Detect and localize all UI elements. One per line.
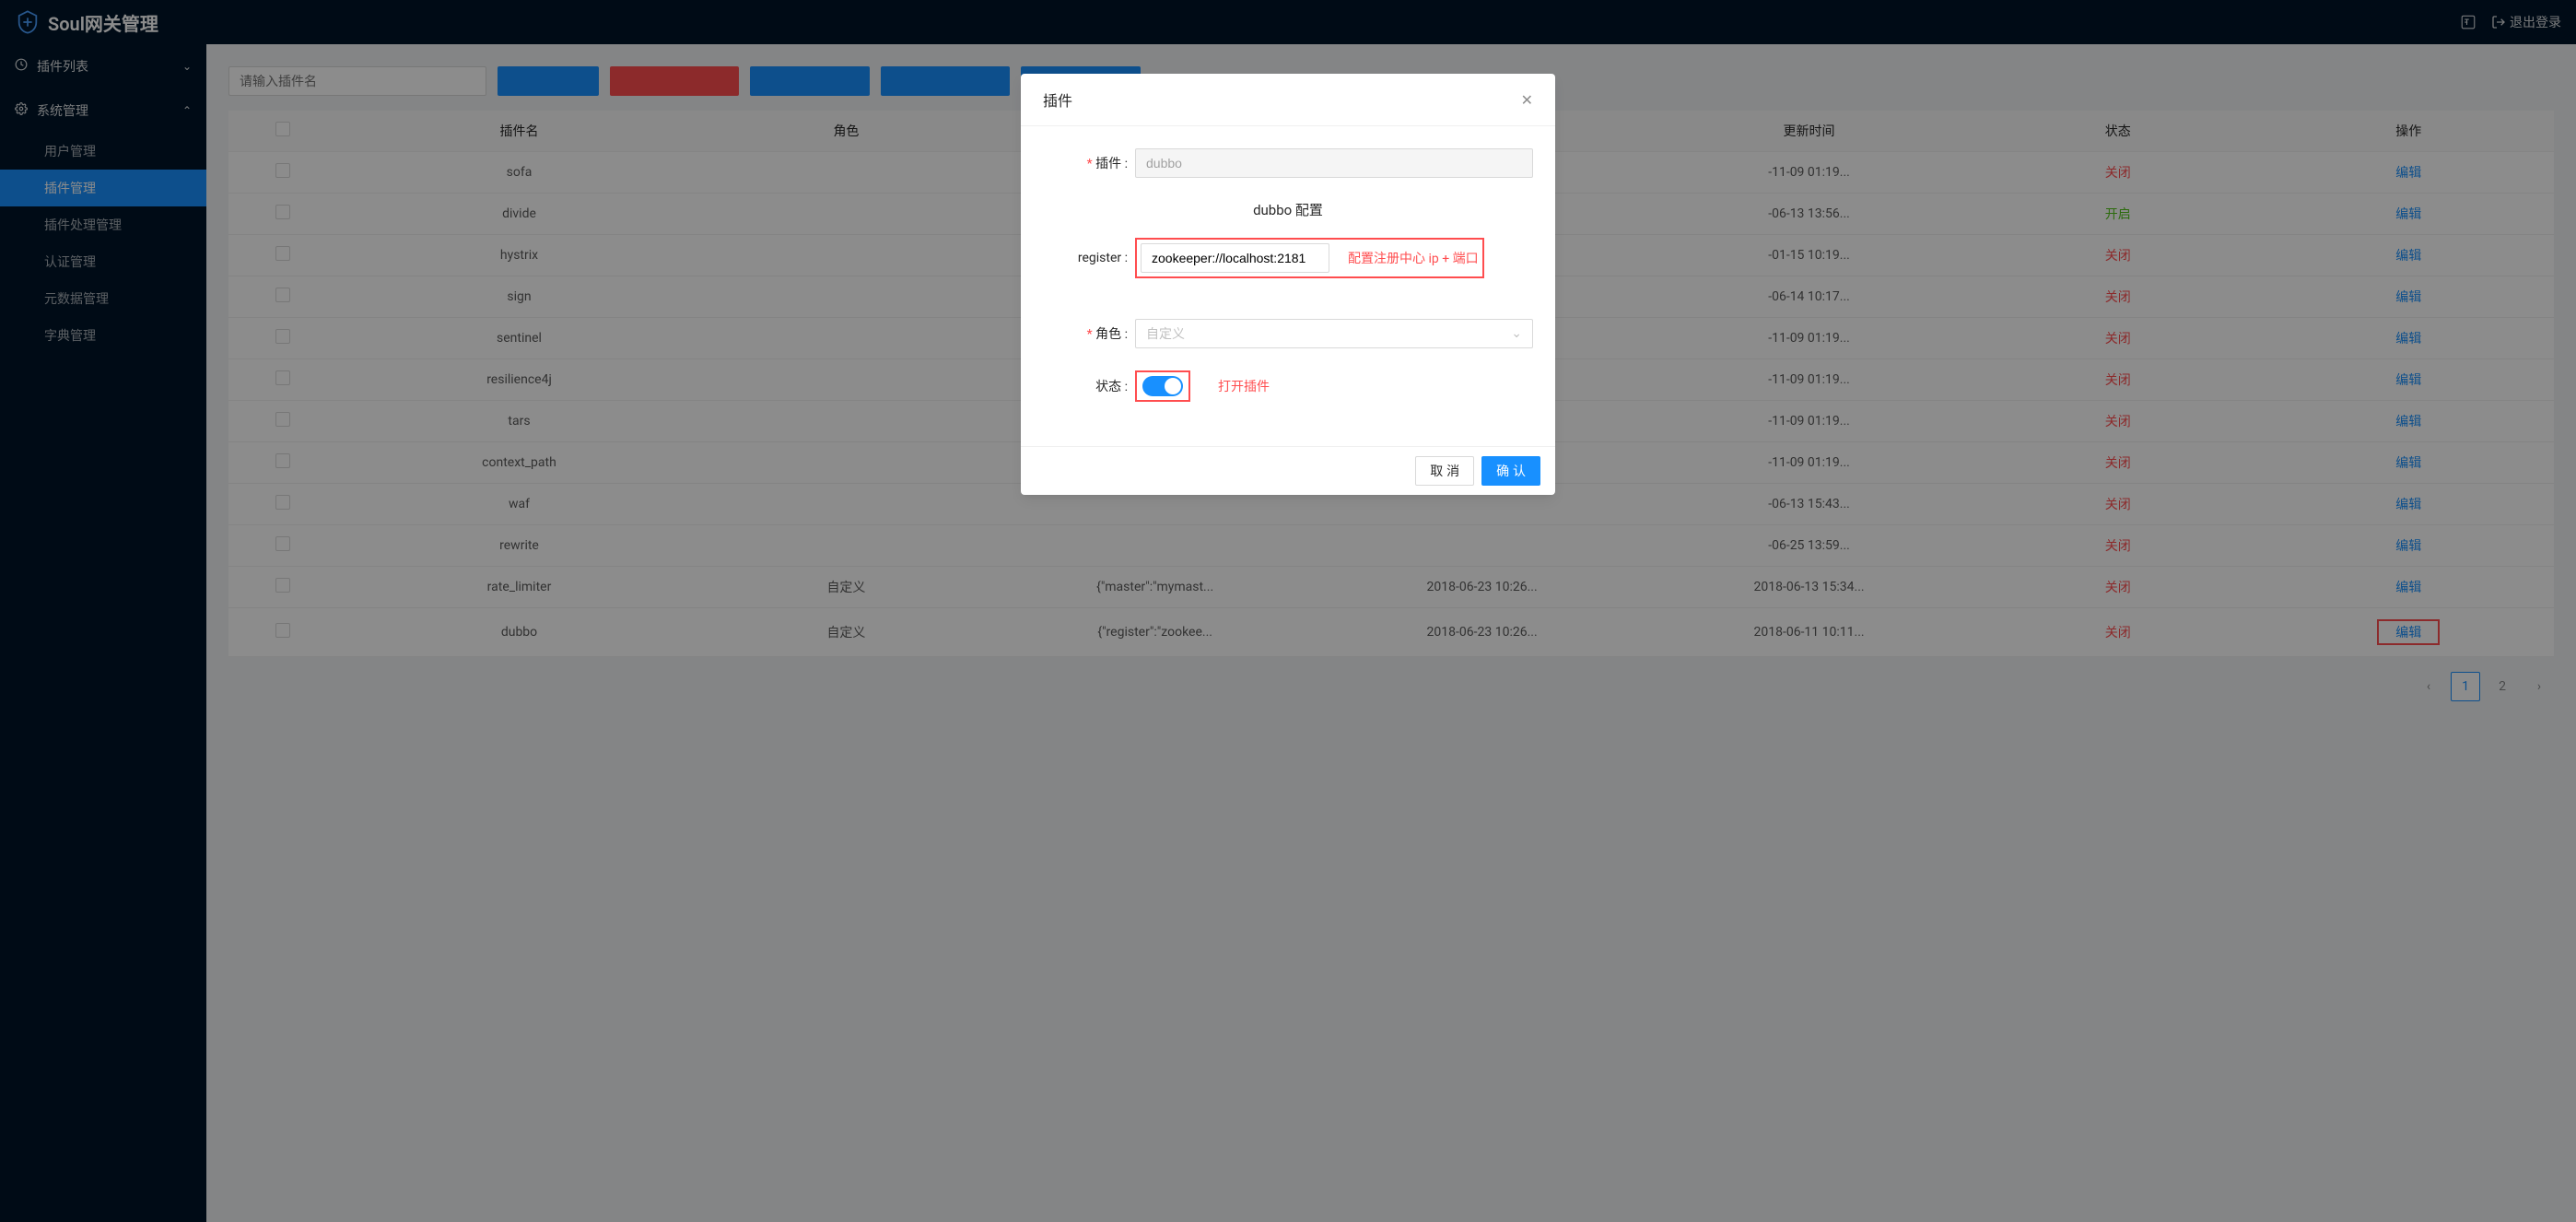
register-annotation: 配置注册中心 ip + 端口 bbox=[1348, 249, 1479, 267]
close-icon[interactable]: ✕ bbox=[1521, 91, 1533, 109]
confirm-button[interactable]: 确 认 bbox=[1481, 456, 1540, 486]
role-label: 角色 : bbox=[1043, 324, 1135, 343]
config-section-title: dubbo 配置 bbox=[1043, 200, 1533, 219]
status-annotation: 打开插件 bbox=[1218, 377, 1270, 395]
chevron-down-icon: ⌄ bbox=[1511, 326, 1522, 341]
plugin-label: 插件 : bbox=[1043, 154, 1135, 172]
cancel-button[interactable]: 取 消 bbox=[1415, 456, 1474, 486]
modal-title: 插件 bbox=[1043, 88, 1072, 111]
role-select[interactable]: 自定义 ⌄ bbox=[1135, 319, 1533, 348]
plugin-edit-modal: 插件 ✕ 插件 : dubbo 配置 register : 配置注册中心 ip … bbox=[1021, 74, 1555, 495]
register-highlight-box: 配置注册中心 ip + 端口 bbox=[1135, 238, 1484, 278]
plugin-name-input bbox=[1135, 148, 1533, 178]
status-switch-highlight bbox=[1135, 370, 1190, 402]
register-label: register : bbox=[1043, 251, 1135, 265]
status-switch[interactable] bbox=[1142, 376, 1183, 396]
register-input[interactable] bbox=[1141, 243, 1329, 273]
status-label: 状态 : bbox=[1043, 377, 1135, 395]
